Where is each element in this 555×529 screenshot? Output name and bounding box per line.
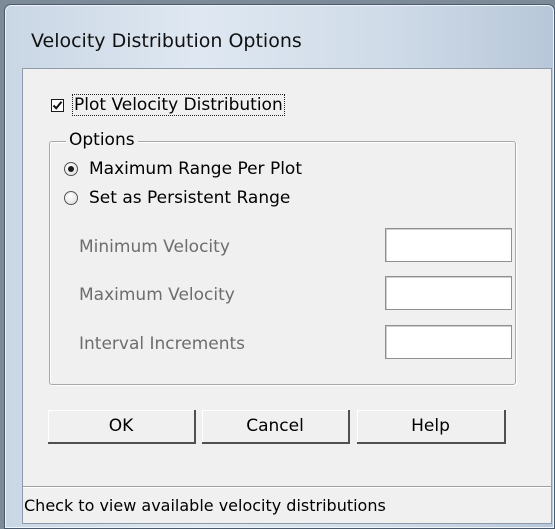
minimum-velocity-label: Minimum Velocity (79, 237, 230, 257)
maximum-velocity-row: Maximum Velocity (74, 276, 514, 312)
dialog-title: Velocity Distribution Options (31, 30, 302, 52)
dialog-window: Velocity Distribution Options Plot Veloc… (4, 4, 555, 529)
status-bar: Check to view available velocity distrib… (23, 486, 551, 522)
minimum-velocity-input[interactable] (385, 228, 512, 262)
maximum-velocity-input[interactable] (385, 276, 512, 310)
ok-button[interactable]: OK (48, 410, 196, 444)
radio-persistent-range-label[interactable]: Set as Persistent Range (89, 188, 290, 208)
dialog-client-area: Plot Velocity Distribution Options Maxim… (22, 68, 552, 524)
cancel-button[interactable]: Cancel (202, 410, 350, 444)
plot-velocity-checkbox[interactable] (51, 98, 64, 112)
radio-button-persistent-range[interactable] (64, 191, 78, 205)
radio-persistent-range[interactable]: Set as Persistent Range (64, 187, 290, 209)
minimum-velocity-row: Minimum Velocity (74, 228, 514, 264)
interval-increments-label: Interval Increments (79, 334, 246, 354)
options-groupbox: Options Maximum Range Per Plot Set as Pe… (49, 130, 516, 385)
plot-velocity-label[interactable]: Plot Velocity Distribution (72, 94, 285, 116)
maximum-velocity-label: Maximum Velocity (79, 285, 235, 305)
help-button[interactable]: Help (357, 410, 506, 444)
radio-maximum-range[interactable]: Maximum Range Per Plot (64, 158, 302, 180)
interval-increments-input[interactable] (385, 325, 512, 359)
interval-increments-row: Interval Increments (74, 325, 514, 361)
status-text: Check to view available velocity distrib… (24, 496, 386, 515)
radio-maximum-range-label[interactable]: Maximum Range Per Plot (89, 159, 302, 179)
radio-button-maximum-range[interactable] (64, 162, 78, 176)
plot-velocity-checkbox-row[interactable]: Plot Velocity Distribution (51, 94, 285, 116)
radio-selected-icon (68, 166, 74, 172)
check-icon (52, 100, 63, 110)
options-legend: Options (66, 130, 138, 150)
